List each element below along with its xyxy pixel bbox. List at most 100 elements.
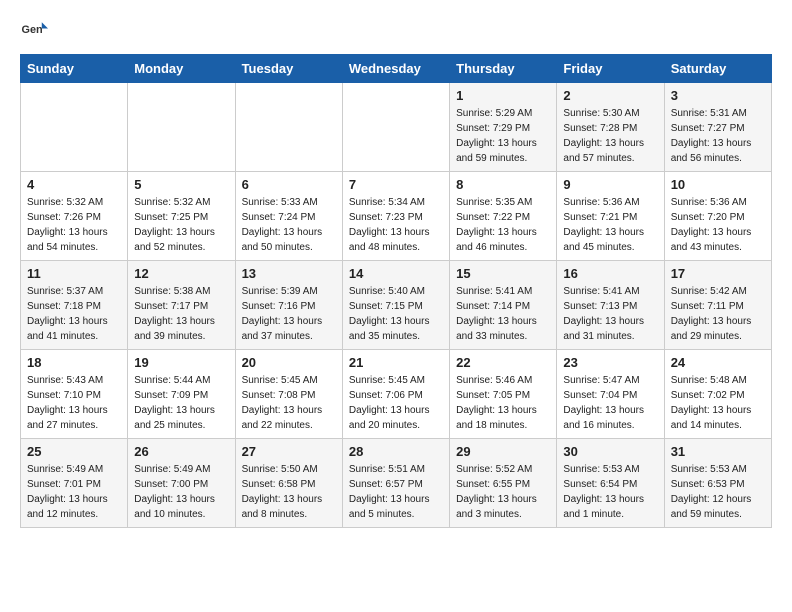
weekday-header: Thursday bbox=[450, 55, 557, 83]
day-info: Sunrise: 5:51 AM Sunset: 6:57 PM Dayligh… bbox=[349, 462, 443, 522]
weekday-header: Friday bbox=[557, 55, 664, 83]
day-number: 16 bbox=[563, 266, 657, 281]
calendar-cell: 24 Sunrise: 5:48 AM Sunset: 7:02 PM Dayli… bbox=[664, 350, 771, 439]
day-number: 14 bbox=[349, 266, 443, 281]
calendar-cell: 15 Sunrise: 5:41 AM Sunset: 7:14 PM Dayli… bbox=[450, 261, 557, 350]
calendar-cell: 13 Sunrise: 5:39 AM Sunset: 7:16 PM Dayli… bbox=[235, 261, 342, 350]
day-number: 26 bbox=[134, 444, 228, 459]
calendar-cell bbox=[235, 83, 342, 172]
day-number: 21 bbox=[349, 355, 443, 370]
calendar-cell: 6 Sunrise: 5:33 AM Sunset: 7:24 PM Daylig… bbox=[235, 172, 342, 261]
calendar-cell: 7Sunrise: 5:34 AM Sunset: 7:23 PM Daylig… bbox=[342, 172, 449, 261]
day-number: 4 bbox=[27, 177, 121, 192]
calendar-cell: 14 Sunrise: 5:40 AM Sunset: 7:15 PM Dayli… bbox=[342, 261, 449, 350]
weekday-header: Saturday bbox=[664, 55, 771, 83]
calendar-body: 1Sunrise: 5:29 AM Sunset: 7:29 PM Daylig… bbox=[21, 83, 772, 528]
weekday-header: Tuesday bbox=[235, 55, 342, 83]
weekday-header: Sunday bbox=[21, 55, 128, 83]
day-number: 10 bbox=[671, 177, 765, 192]
day-info: Sunrise: 5:31 AM Sunset: 7:27 PM Dayligh… bbox=[671, 106, 765, 166]
calendar-cell: 9Sunrise: 5:36 AM Sunset: 7:21 PM Daylig… bbox=[557, 172, 664, 261]
logo-icon: Gen bbox=[20, 16, 48, 44]
day-number: 28 bbox=[349, 444, 443, 459]
day-number: 29 bbox=[456, 444, 550, 459]
day-number: 12 bbox=[134, 266, 228, 281]
calendar-cell bbox=[128, 83, 235, 172]
day-number: 22 bbox=[456, 355, 550, 370]
calendar-week: 4 Sunrise: 5:32 AM Sunset: 7:26 PM Daylig… bbox=[21, 172, 772, 261]
day-info: Sunrise: 5:41 AM Sunset: 7:13 PM Dayligh… bbox=[563, 284, 657, 344]
calendar-cell: 1Sunrise: 5:29 AM Sunset: 7:29 PM Daylig… bbox=[450, 83, 557, 172]
calendar-cell: 19Sunrise: 5:44 AM Sunset: 7:09 PM Dayli… bbox=[128, 350, 235, 439]
calendar-cell: 3 Sunrise: 5:31 AM Sunset: 7:27 PM Daylig… bbox=[664, 83, 771, 172]
calendar-cell: 18Sunrise: 5:43 AM Sunset: 7:10 PM Dayli… bbox=[21, 350, 128, 439]
calendar-cell: 11 Sunrise: 5:37 AM Sunset: 7:18 PM Dayli… bbox=[21, 261, 128, 350]
day-info: Sunrise: 5:49 AM Sunset: 7:00 PM Dayligh… bbox=[134, 462, 228, 522]
calendar-cell: 25 Sunrise: 5:49 AM Sunset: 7:01 PM Dayli… bbox=[21, 439, 128, 528]
calendar-week: 25 Sunrise: 5:49 AM Sunset: 7:01 PM Dayli… bbox=[21, 439, 772, 528]
day-info: Sunrise: 5:52 AM Sunset: 6:55 PM Dayligh… bbox=[456, 462, 550, 522]
day-number: 3 bbox=[671, 88, 765, 103]
calendar-week: 18Sunrise: 5:43 AM Sunset: 7:10 PM Dayli… bbox=[21, 350, 772, 439]
logo: Gen bbox=[20, 16, 52, 44]
calendar-cell: 21 Sunrise: 5:45 AM Sunset: 7:06 PM Dayli… bbox=[342, 350, 449, 439]
day-number: 23 bbox=[563, 355, 657, 370]
calendar-cell: 28 Sunrise: 5:51 AM Sunset: 6:57 PM Dayli… bbox=[342, 439, 449, 528]
calendar-cell: 12 Sunrise: 5:38 AM Sunset: 7:17 PM Dayli… bbox=[128, 261, 235, 350]
calendar-cell bbox=[342, 83, 449, 172]
day-info: Sunrise: 5:40 AM Sunset: 7:15 PM Dayligh… bbox=[349, 284, 443, 344]
day-number: 8 bbox=[456, 177, 550, 192]
calendar-table: SundayMondayTuesdayWednesdayThursdayFrid… bbox=[20, 54, 772, 528]
calendar-cell: 4 Sunrise: 5:32 AM Sunset: 7:26 PM Daylig… bbox=[21, 172, 128, 261]
day-info: Sunrise: 5:30 AM Sunset: 7:28 PM Dayligh… bbox=[563, 106, 657, 166]
day-info: Sunrise: 5:32 AM Sunset: 7:26 PM Dayligh… bbox=[27, 195, 121, 255]
calendar-cell: 30 Sunrise: 5:53 AM Sunset: 6:54 PM Dayli… bbox=[557, 439, 664, 528]
day-info: Sunrise: 5:33 AM Sunset: 7:24 PM Dayligh… bbox=[242, 195, 336, 255]
calendar-cell: 10Sunrise: 5:36 AM Sunset: 7:20 PM Dayli… bbox=[664, 172, 771, 261]
day-info: Sunrise: 5:50 AM Sunset: 6:58 PM Dayligh… bbox=[242, 462, 336, 522]
calendar-cell: 26 Sunrise: 5:49 AM Sunset: 7:00 PM Dayli… bbox=[128, 439, 235, 528]
day-info: Sunrise: 5:46 AM Sunset: 7:05 PM Dayligh… bbox=[456, 373, 550, 433]
day-number: 13 bbox=[242, 266, 336, 281]
day-info: Sunrise: 5:35 AM Sunset: 7:22 PM Dayligh… bbox=[456, 195, 550, 255]
day-number: 15 bbox=[456, 266, 550, 281]
day-info: Sunrise: 5:49 AM Sunset: 7:01 PM Dayligh… bbox=[27, 462, 121, 522]
weekday-header: Monday bbox=[128, 55, 235, 83]
day-info: Sunrise: 5:53 AM Sunset: 6:54 PM Dayligh… bbox=[563, 462, 657, 522]
day-info: Sunrise: 5:32 AM Sunset: 7:25 PM Dayligh… bbox=[134, 195, 228, 255]
day-info: Sunrise: 5:37 AM Sunset: 7:18 PM Dayligh… bbox=[27, 284, 121, 344]
day-number: 18 bbox=[27, 355, 121, 370]
day-number: 25 bbox=[27, 444, 121, 459]
day-number: 5 bbox=[134, 177, 228, 192]
day-number: 17 bbox=[671, 266, 765, 281]
day-number: 6 bbox=[242, 177, 336, 192]
day-number: 2 bbox=[563, 88, 657, 103]
calendar-cell: 20Sunrise: 5:45 AM Sunset: 7:08 PM Dayli… bbox=[235, 350, 342, 439]
calendar-cell: 29 Sunrise: 5:52 AM Sunset: 6:55 PM Dayli… bbox=[450, 439, 557, 528]
calendar-cell: 2 Sunrise: 5:30 AM Sunset: 7:28 PM Daylig… bbox=[557, 83, 664, 172]
calendar-week: 11 Sunrise: 5:37 AM Sunset: 7:18 PM Dayli… bbox=[21, 261, 772, 350]
day-info: Sunrise: 5:29 AM Sunset: 7:29 PM Dayligh… bbox=[456, 106, 550, 166]
day-info: Sunrise: 5:42 AM Sunset: 7:11 PM Dayligh… bbox=[671, 284, 765, 344]
day-number: 30 bbox=[563, 444, 657, 459]
calendar-week: 1Sunrise: 5:29 AM Sunset: 7:29 PM Daylig… bbox=[21, 83, 772, 172]
day-info: Sunrise: 5:39 AM Sunset: 7:16 PM Dayligh… bbox=[242, 284, 336, 344]
calendar-cell: 17 Sunrise: 5:42 AM Sunset: 7:11 PM Dayli… bbox=[664, 261, 771, 350]
day-number: 9 bbox=[563, 177, 657, 192]
day-number: 24 bbox=[671, 355, 765, 370]
day-number: 27 bbox=[242, 444, 336, 459]
day-info: Sunrise: 5:45 AM Sunset: 7:06 PM Dayligh… bbox=[349, 373, 443, 433]
header-row: SundayMondayTuesdayWednesdayThursdayFrid… bbox=[21, 55, 772, 83]
day-info: Sunrise: 5:41 AM Sunset: 7:14 PM Dayligh… bbox=[456, 284, 550, 344]
calendar-cell: 5 Sunrise: 5:32 AM Sunset: 7:25 PM Daylig… bbox=[128, 172, 235, 261]
day-info: Sunrise: 5:38 AM Sunset: 7:17 PM Dayligh… bbox=[134, 284, 228, 344]
calendar-cell: 31Sunrise: 5:53 AM Sunset: 6:53 PM Dayli… bbox=[664, 439, 771, 528]
header: Gen bbox=[20, 16, 772, 44]
day-number: 11 bbox=[27, 266, 121, 281]
day-info: Sunrise: 5:48 AM Sunset: 7:02 PM Dayligh… bbox=[671, 373, 765, 433]
calendar-cell: 22 Sunrise: 5:46 AM Sunset: 7:05 PM Dayli… bbox=[450, 350, 557, 439]
weekday-header: Wednesday bbox=[342, 55, 449, 83]
calendar-cell: 8 Sunrise: 5:35 AM Sunset: 7:22 PM Daylig… bbox=[450, 172, 557, 261]
calendar-header: SundayMondayTuesdayWednesdayThursdayFrid… bbox=[21, 55, 772, 83]
calendar-cell: 23Sunrise: 5:47 AM Sunset: 7:04 PM Dayli… bbox=[557, 350, 664, 439]
